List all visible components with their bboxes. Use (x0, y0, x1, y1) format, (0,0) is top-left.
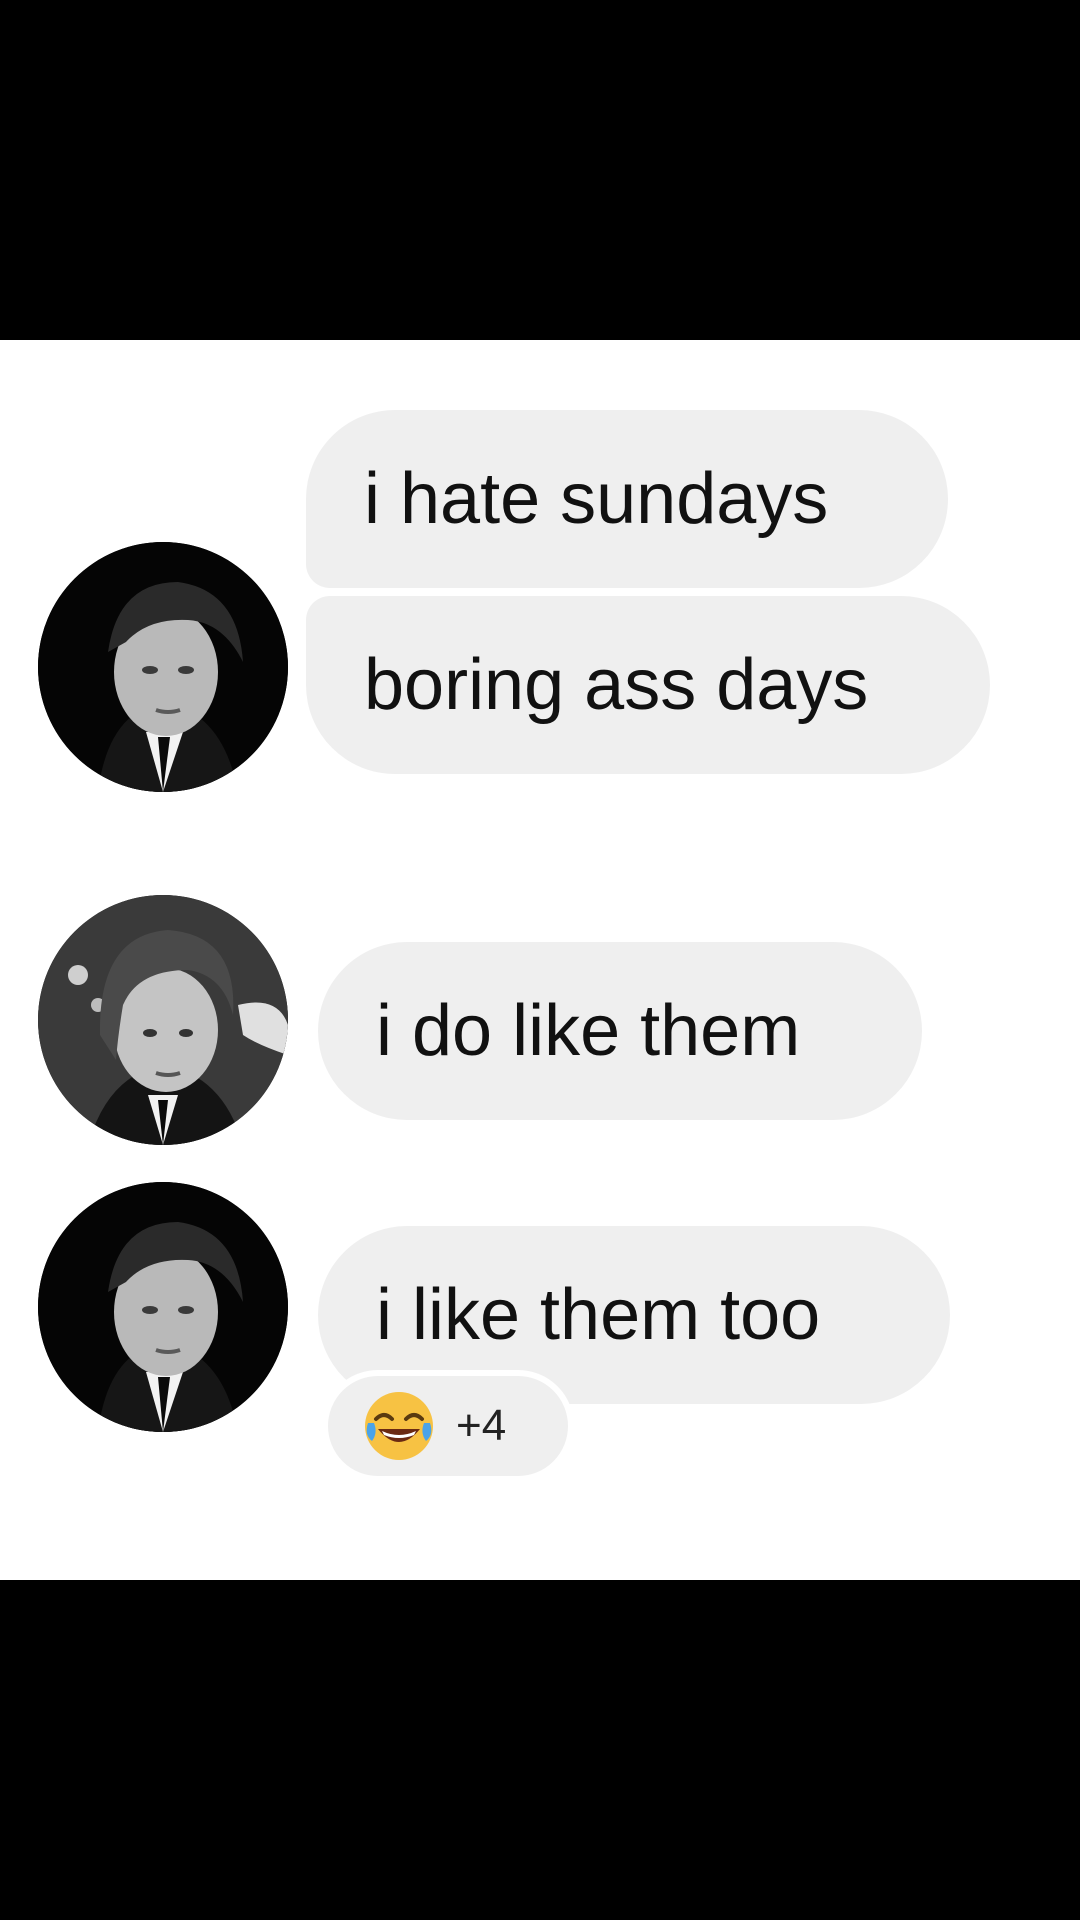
message-bubble[interactable]: i do like them (318, 942, 922, 1120)
message-text: i hate sundays (364, 459, 829, 539)
face-with-tears-of-joy-icon (365, 1392, 433, 1460)
letterbox-top (0, 0, 1080, 340)
message-bubble[interactable]: boring ass days (306, 596, 990, 774)
reaction-count: +4 (456, 1401, 507, 1450)
message-text: i like them too (376, 1275, 821, 1355)
sender-avatar[interactable] (38, 542, 288, 792)
message-text: boring ass days (364, 645, 869, 725)
chat-thread: i hate sundays boring ass days i do like… (0, 340, 1080, 1580)
sender-avatar[interactable] (38, 1182, 288, 1432)
message-text: i do like them (376, 991, 801, 1071)
letterbox-bottom (0, 1580, 1080, 1920)
message-bubble[interactable]: i hate sundays (306, 410, 948, 588)
reaction-badge[interactable]: +4 (322, 1370, 574, 1482)
sender-avatar[interactable] (38, 895, 288, 1145)
